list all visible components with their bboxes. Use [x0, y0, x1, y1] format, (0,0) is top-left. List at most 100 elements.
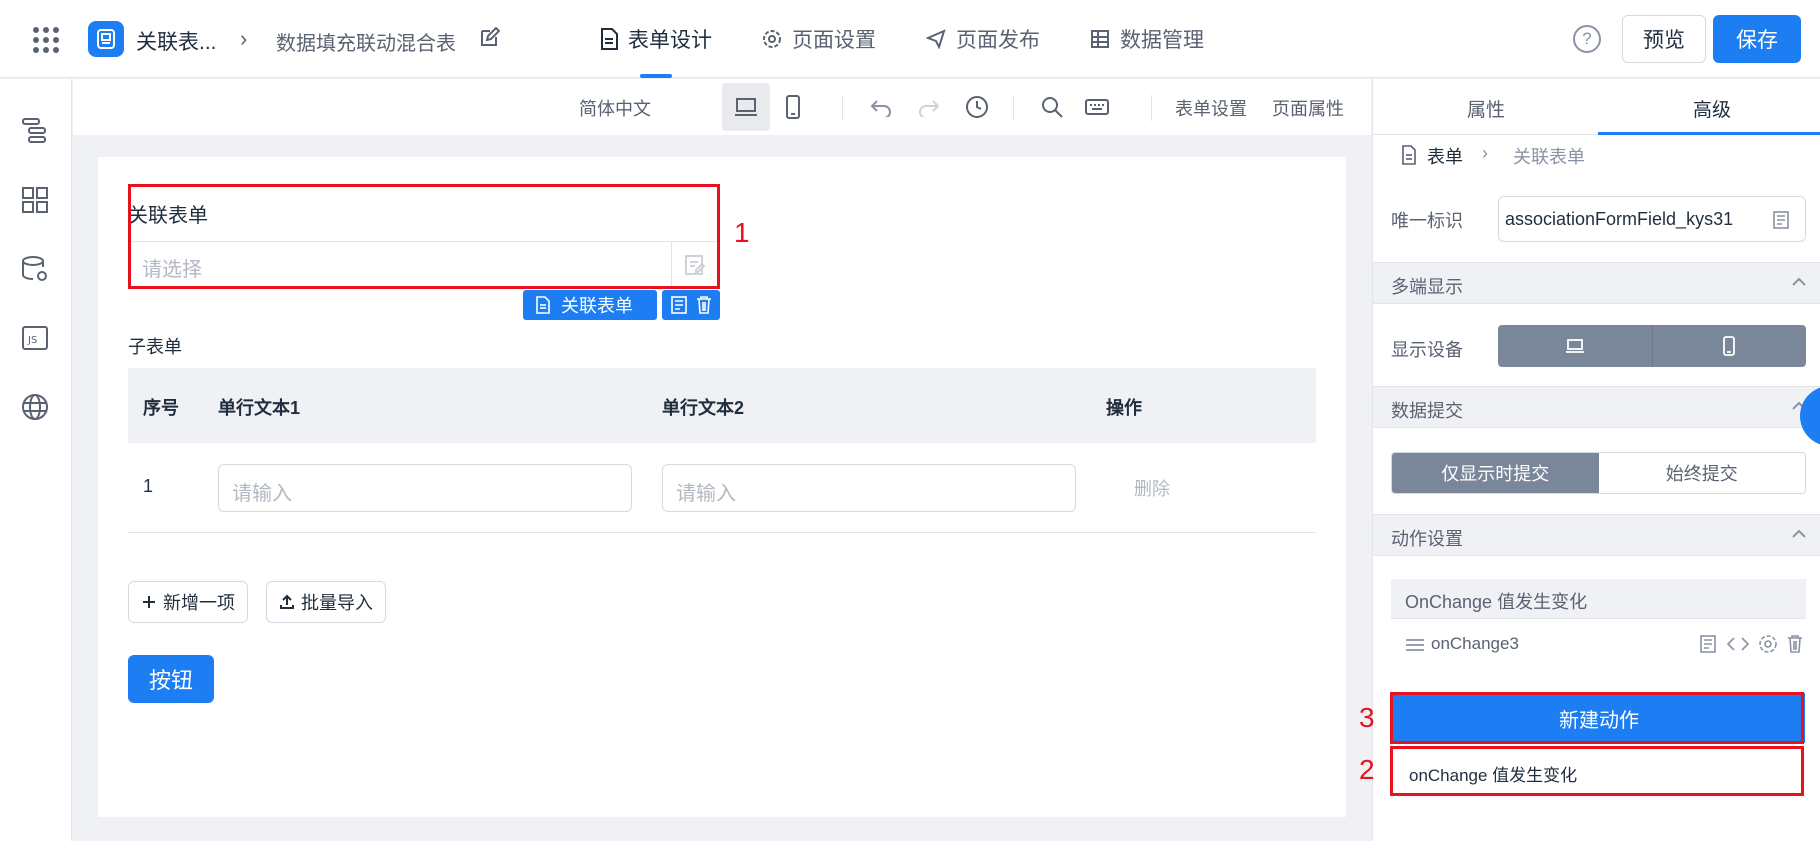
- copy-icon[interactable]: [669, 295, 689, 315]
- multi-display-section[interactable]: 多端显示: [1373, 262, 1820, 304]
- left-sidebar: JS: [0, 79, 72, 841]
- keyboard-shortcuts-button[interactable]: [1073, 83, 1121, 131]
- drag-handle-icon[interactable]: [1405, 637, 1425, 653]
- action-list-item: onChange3: [1391, 619, 1806, 671]
- canvas-toolbar: 简体中文 表单设置 页面属性: [73, 79, 1371, 135]
- tab-label: 数据管理: [1120, 29, 1204, 52]
- submit-mode-toggle: 仅显示时提交 始终提交: [1391, 452, 1806, 494]
- column-header: 操作: [1106, 398, 1142, 418]
- help-icon[interactable]: ?: [1573, 25, 1601, 53]
- top-bar: 关联表... › 数据填充联动混合表 表单设计 页面设置 页面发布 数据管理 ?…: [0, 0, 1820, 78]
- tab-form-design[interactable]: 表单设计: [600, 0, 712, 78]
- input-placeholder: 请输入: [676, 483, 736, 505]
- app-name[interactable]: 关联表...: [136, 26, 217, 56]
- document-icon: [536, 296, 550, 314]
- toolbar-divider: [842, 95, 843, 121]
- form-canvas: 关联表单 请选择 1 关联表单 子表单 序号 单行文本1 单行文本2 操作 1 …: [98, 157, 1346, 817]
- breadcrumb-chevron-icon: ›: [240, 26, 248, 51]
- highlight-box-3: [1390, 692, 1804, 744]
- main-tabs: 表单设计 页面设置 页面发布 数据管理: [600, 0, 1254, 78]
- edit-icon[interactable]: [478, 27, 500, 49]
- svg-text:JS: JS: [27, 335, 37, 346]
- annotation-number-3: 3: [1359, 702, 1375, 733]
- unique-id-field[interactable]: associationFormField_kys31: [1498, 196, 1806, 242]
- data-source-icon[interactable]: [20, 254, 50, 284]
- display-device-toggle: [1498, 325, 1806, 367]
- desktop-view-button[interactable]: [722, 83, 770, 131]
- batch-import-button[interactable]: 批量导入: [266, 581, 386, 623]
- action-group-title: OnChange 值发生变化: [1405, 592, 1588, 612]
- data-submit-section[interactable]: 数据提交: [1373, 386, 1820, 428]
- text-input-2[interactable]: 请输入: [662, 464, 1076, 512]
- tab-properties[interactable]: 属性: [1467, 95, 1505, 122]
- add-item-button[interactable]: 新增一项: [128, 581, 248, 623]
- phone-icon: [1723, 336, 1736, 356]
- preview-button[interactable]: 预览: [1622, 15, 1706, 63]
- tab-data-management[interactable]: 数据管理: [1090, 0, 1204, 78]
- component-tools: [662, 290, 720, 320]
- plus-icon: [143, 596, 155, 608]
- tab-page-settings[interactable]: 页面设置: [762, 0, 876, 78]
- chevron-up-icon: [1792, 277, 1806, 286]
- annotation-number-1: 1: [734, 217, 750, 248]
- trash-icon[interactable]: [695, 295, 713, 315]
- page-properties-link[interactable]: 页面属性: [1272, 95, 1344, 121]
- breadcrumb-form[interactable]: 表单: [1427, 143, 1463, 169]
- highlight-box-2: [1390, 746, 1804, 796]
- column-header: 序号: [143, 398, 179, 418]
- mobile-view-button[interactable]: [769, 83, 817, 131]
- chevron-up-icon: [1792, 529, 1806, 538]
- section-title: 数据提交: [1391, 401, 1463, 421]
- toolbar-divider: [1013, 95, 1014, 121]
- form-settings-link[interactable]: 表单设置: [1175, 95, 1247, 121]
- copy-icon[interactable]: [1698, 634, 1718, 654]
- clock-icon: [966, 96, 988, 118]
- unique-id-label: 唯一标识: [1391, 211, 1463, 231]
- form-button[interactable]: 按钮: [128, 655, 214, 703]
- history-button[interactable]: [953, 83, 1001, 131]
- display-device-label: 显示设备: [1391, 340, 1463, 360]
- components-grid-icon[interactable]: [20, 185, 50, 215]
- save-button[interactable]: 保存: [1713, 15, 1801, 63]
- gear-icon[interactable]: [1758, 634, 1778, 654]
- send-icon: [926, 29, 946, 49]
- page-name: 数据填充联动混合表: [276, 33, 456, 55]
- submit-when-visible-option[interactable]: 仅显示时提交: [1392, 453, 1599, 493]
- component-tag[interactable]: 关联表单: [523, 290, 657, 320]
- undo-button[interactable]: [857, 83, 905, 131]
- submit-always-option[interactable]: 始终提交: [1599, 453, 1806, 493]
- device-mobile-option[interactable]: [1653, 325, 1807, 367]
- text-input-1[interactable]: 请输入: [218, 464, 632, 512]
- add-item-label: 新增一项: [163, 593, 235, 613]
- globe-icon[interactable]: [20, 392, 50, 422]
- redo-button[interactable]: [905, 83, 953, 131]
- copy-icon[interactable]: [1771, 210, 1791, 230]
- tab-advanced[interactable]: 高级: [1693, 95, 1731, 122]
- apps-grid-icon[interactable]: [33, 27, 59, 53]
- action-settings-section[interactable]: 动作设置: [1373, 514, 1820, 556]
- keyboard-icon: [1085, 99, 1109, 115]
- action-tools: [1698, 634, 1804, 654]
- input-placeholder: 请输入: [232, 483, 292, 505]
- highlight-box-1: [128, 184, 720, 289]
- column-header: 单行文本2: [662, 398, 745, 418]
- active-tab-indicator: [1598, 132, 1820, 135]
- search-button[interactable]: [1028, 83, 1076, 131]
- device-desktop-option[interactable]: [1498, 325, 1653, 367]
- code-icon[interactable]: [1726, 634, 1750, 654]
- js-code-icon[interactable]: JS: [20, 323, 50, 353]
- delete-row-link[interactable]: 删除: [1134, 475, 1170, 501]
- trash-icon[interactable]: [1786, 634, 1804, 654]
- section-title: 多端显示: [1391, 277, 1463, 297]
- gear-icon: [763, 30, 781, 48]
- outline-tree-icon[interactable]: [20, 115, 50, 145]
- component-tag-label: 关联表单: [561, 296, 633, 316]
- search-icon: [1042, 97, 1063, 118]
- batch-import-label: 批量导入: [301, 593, 373, 613]
- language-select[interactable]: 简体中文: [579, 95, 651, 121]
- phone-icon: [786, 95, 800, 119]
- panel-tabs: 属性 高级: [1373, 79, 1820, 135]
- toolbar-divider: [1151, 95, 1152, 121]
- undo-icon: [870, 100, 891, 117]
- tab-page-publish[interactable]: 页面发布: [926, 0, 1040, 78]
